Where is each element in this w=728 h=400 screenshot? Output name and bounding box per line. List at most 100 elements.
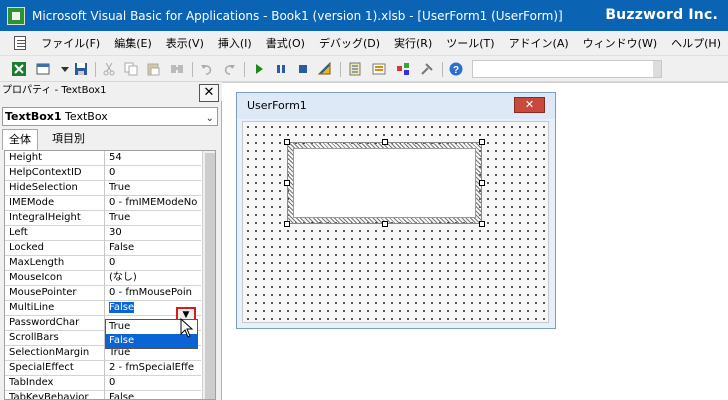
- properties-pane: プロパティ - TextBox1 ✕ TextBox1 TextBox ⌄ 全体…: [0, 82, 222, 400]
- resize-handle[interactable]: [382, 221, 388, 227]
- property-row[interactable]: Left 30: [5, 226, 201, 241]
- properties-grid: Height 54 HelpContextID 0 HideSelection Tru…: [4, 150, 216, 400]
- undo-icon[interactable]: [200, 62, 214, 76]
- paste-icon[interactable]: [146, 62, 160, 76]
- property-name: IMEMode: [5, 196, 105, 211]
- property-value[interactable]: 0: [106, 256, 201, 271]
- resize-handle[interactable]: [284, 139, 290, 145]
- textbox1-control[interactable]: [293, 148, 476, 218]
- line-position-field[interactable]: [472, 60, 662, 78]
- brand-label: Buzzword Inc.: [605, 7, 718, 23]
- property-row[interactable]: SpecialEffect 2 - fmSpecialEffe: [5, 361, 201, 376]
- property-row[interactable]: Height 54: [5, 151, 201, 166]
- title-bar: Microsoft Visual Basic for Applications …: [0, 0, 728, 31]
- properties-pane-title: プロパティ - TextBox1: [0, 82, 222, 101]
- property-row[interactable]: IMEMode 0 - fmIMEModeNo: [5, 196, 201, 211]
- project-explorer-icon[interactable]: [348, 62, 362, 76]
- property-row[interactable]: HideSelection True: [5, 181, 201, 196]
- menu-view[interactable]: 表示(V): [159, 35, 211, 51]
- menu-help[interactable]: ヘルプ(H): [664, 35, 728, 51]
- property-row[interactable]: TabKeyBehavior False: [5, 391, 201, 399]
- break-icon[interactable]: [274, 62, 288, 76]
- property-value[interactable]: 0: [106, 376, 201, 391]
- cut-icon[interactable]: [102, 62, 116, 76]
- property-value[interactable]: 0 - fmIMEModeNo: [106, 196, 201, 211]
- copy-icon[interactable]: [124, 62, 138, 76]
- menu-file[interactable]: ファイル(F): [34, 35, 107, 51]
- tab-categorized[interactable]: 項目別: [46, 129, 91, 150]
- userform-designer-window: UserForm1 ✕: [236, 92, 556, 329]
- userform-resize-edge[interactable]: [549, 121, 554, 323]
- resize-handle[interactable]: [284, 180, 290, 186]
- design-mode-icon[interactable]: [318, 62, 332, 76]
- toolbox-icon[interactable]: [420, 62, 434, 76]
- property-value[interactable]: False: [106, 241, 201, 256]
- property-row[interactable]: Locked False: [5, 241, 201, 256]
- property-name: MousePointer: [5, 286, 105, 301]
- standard-toolbar: ?: [0, 57, 728, 82]
- close-properties-button[interactable]: ✕: [199, 84, 219, 102]
- property-row[interactable]: TabIndex 0: [5, 376, 201, 391]
- property-value[interactable]: True: [106, 181, 201, 196]
- property-name: PasswordChar: [5, 316, 105, 331]
- menu-bar: ファイル(F) 編集(E) 表示(V) 挿入(I) 書式(O) デバッグ(D) …: [0, 31, 728, 56]
- menu-format[interactable]: 書式(O): [259, 35, 312, 51]
- resize-handle[interactable]: [284, 221, 290, 227]
- redo-icon[interactable]: [222, 62, 236, 76]
- property-row[interactable]: MaxLength 0: [5, 256, 201, 271]
- resize-handle[interactable]: [479, 180, 485, 186]
- resize-handle[interactable]: [382, 139, 388, 145]
- menu-window[interactable]: ウィンドウ(W): [576, 35, 664, 51]
- help-icon[interactable]: ?: [449, 62, 463, 76]
- save-icon[interactable]: [74, 62, 88, 76]
- window-title: Microsoft Visual Basic for Applications …: [32, 8, 563, 23]
- multiline-value[interactable]: False: [109, 302, 135, 313]
- property-value[interactable]: 0: [106, 166, 201, 181]
- insert-userform-icon[interactable]: [36, 62, 50, 76]
- userform-canvas[interactable]: [242, 121, 549, 323]
- property-value[interactable]: (なし): [106, 271, 201, 286]
- property-value[interactable]: 0 - fmMousePoin: [106, 286, 201, 301]
- property-name: MultiLine: [5, 301, 105, 316]
- object-browser-icon[interactable]: [396, 62, 410, 76]
- menu-insert[interactable]: 挿入(I): [211, 35, 259, 51]
- mouse-cursor-icon: [180, 318, 194, 338]
- find-icon[interactable]: [170, 62, 184, 76]
- property-value[interactable]: False: [106, 391, 201, 399]
- resize-handle[interactable]: [479, 221, 485, 227]
- menu-addins[interactable]: アドイン(A): [502, 35, 576, 51]
- property-row[interactable]: HelpContextID 0: [5, 166, 201, 181]
- document-icon[interactable]: [14, 36, 27, 50]
- property-value[interactable]: 30: [106, 226, 201, 241]
- property-name: SelectionMargin: [5, 346, 105, 361]
- property-name: MaxLength: [5, 256, 105, 271]
- userform-title: UserForm1: [237, 93, 555, 119]
- properties-icon[interactable]: [372, 62, 386, 76]
- property-name: ScrollBars: [5, 331, 105, 346]
- property-value[interactable]: True: [106, 211, 201, 226]
- chevron-down-icon[interactable]: ⌄: [206, 110, 214, 127]
- resize-handle[interactable]: [479, 139, 485, 145]
- menu-debug[interactable]: デバッグ(D): [312, 35, 387, 51]
- menu-tools[interactable]: ツール(T): [439, 35, 501, 51]
- tab-alphabetic[interactable]: 全体: [2, 129, 38, 150]
- property-row[interactable]: MouseIcon (なし): [5, 271, 201, 286]
- run-icon[interactable]: [252, 62, 266, 76]
- property-name: HideSelection: [5, 181, 105, 196]
- property-value[interactable]: 2 - fmSpecialEffe: [106, 361, 201, 376]
- property-row-multiline[interactable]: MultiLine False: [5, 301, 201, 316]
- reset-icon[interactable]: [296, 62, 310, 76]
- excel-icon[interactable]: [12, 62, 26, 76]
- menu-edit[interactable]: 編集(E): [107, 35, 159, 51]
- object-selector[interactable]: TextBox1 TextBox ⌄: [2, 107, 218, 126]
- dropdown-arrow-icon[interactable]: [58, 62, 72, 76]
- userform-close-button[interactable]: ✕: [514, 97, 545, 113]
- property-value[interactable]: 54: [106, 151, 201, 166]
- property-row[interactable]: IntegralHeight True: [5, 211, 201, 226]
- property-row[interactable]: MousePointer 0 - fmMousePoin: [5, 286, 201, 301]
- scrollbar-thumb[interactable]: [205, 153, 215, 399]
- property-name: MouseIcon: [5, 271, 105, 286]
- menu-run[interactable]: 実行(R): [387, 35, 439, 51]
- properties-scrollbar[interactable]: [202, 151, 215, 399]
- svg-text:?: ?: [453, 65, 459, 76]
